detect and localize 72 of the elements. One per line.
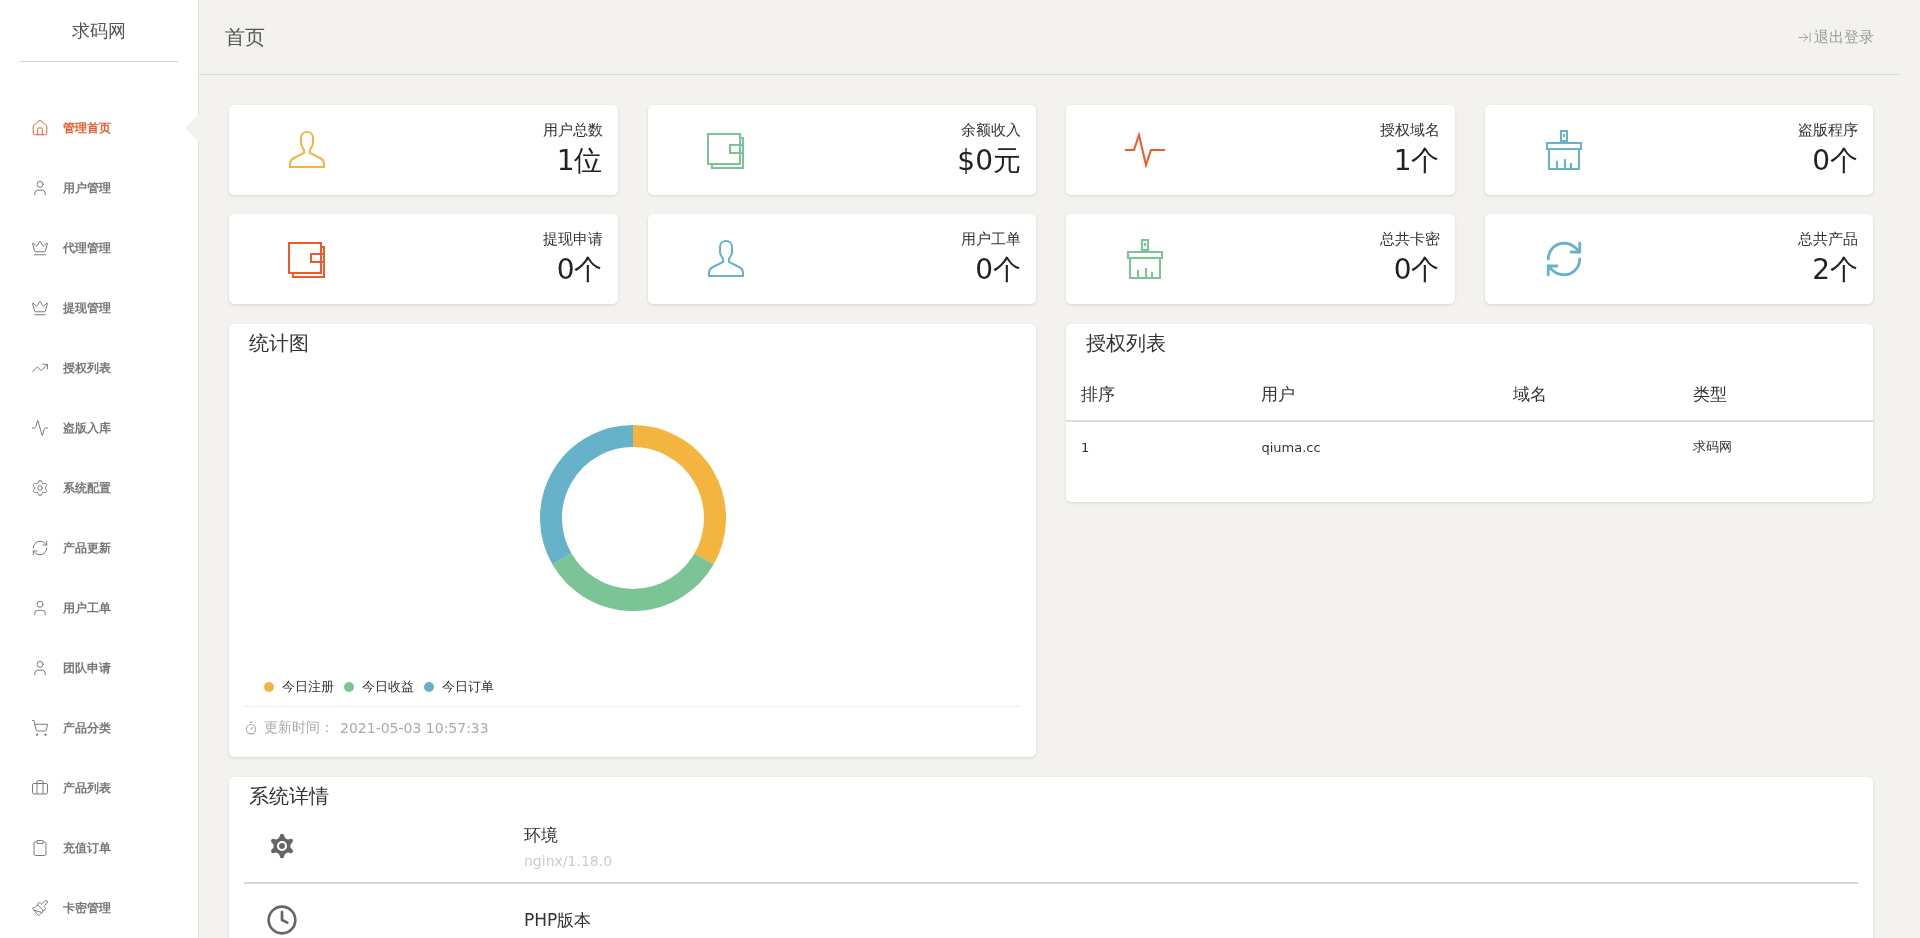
legend-label: 今日收益 xyxy=(362,678,414,696)
stat-label: 总共产品 xyxy=(1798,229,1858,249)
stat-value: 0个 xyxy=(1812,142,1858,179)
card-title: 系统详情 xyxy=(248,783,330,810)
stat-label: 授权域名 xyxy=(1379,120,1440,140)
sidebar-item[interactable]: 授权列表 xyxy=(0,338,198,398)
page-title: 首页 xyxy=(225,23,265,51)
clock-icon xyxy=(266,904,298,936)
brush-icon xyxy=(1124,238,1166,280)
timer-icon xyxy=(244,721,258,735)
stat-value: $0元 xyxy=(957,142,1021,179)
stat-value: 2个 xyxy=(1812,251,1858,288)
stat-label: 盗版程序 xyxy=(1798,120,1858,140)
person-icon xyxy=(287,130,327,170)
info-label: PHP版本 xyxy=(524,908,593,932)
sidebar-item[interactable]: 盗版入库 xyxy=(0,398,198,458)
table-cell: 求码网 xyxy=(1678,421,1873,472)
briefcase-icon xyxy=(31,779,49,797)
pulse-icon xyxy=(31,419,49,437)
person-icon xyxy=(31,659,49,677)
stat-label: 总共卡密 xyxy=(1379,229,1440,249)
clipboard-icon xyxy=(31,839,49,857)
sidebar-item[interactable]: 提现管理 xyxy=(0,278,198,338)
sidebar-item[interactable]: 产品更新 xyxy=(0,518,198,578)
stat-label: 用户总数 xyxy=(542,120,603,140)
sidebar-item[interactable]: 产品列表 xyxy=(0,758,198,818)
column-header: 域名 xyxy=(1497,369,1679,421)
sidebar-item[interactable]: 用户工单 xyxy=(0,578,198,638)
sidebar-item[interactable]: 用户管理 xyxy=(0,158,198,218)
person-icon xyxy=(31,179,49,197)
cart-icon xyxy=(31,719,49,737)
wallet-icon xyxy=(705,131,746,169)
refresh-icon xyxy=(31,539,49,557)
crown-icon xyxy=(31,239,49,257)
updated-label: 更新时间： xyxy=(264,719,334,737)
card-title: 统计图 xyxy=(248,330,310,357)
column-header: 用户 xyxy=(1246,369,1498,421)
sidebar-item[interactable]: 代理管理 xyxy=(0,218,198,278)
house-icon xyxy=(31,119,49,137)
sidebar-item[interactable]: 充值订单 xyxy=(0,818,198,878)
stat-label: 余额收入 xyxy=(961,120,1021,140)
crown-icon xyxy=(31,299,49,317)
card-title: 授权列表 xyxy=(1085,330,1167,357)
stat-value: 0个 xyxy=(975,251,1021,288)
wallet-icon xyxy=(287,240,327,278)
sidebar-item[interactable]: 系统配置 xyxy=(0,458,198,518)
updated-time: 2021-05-03 10:57:33 xyxy=(340,720,489,736)
table-cell: qiuma.cc xyxy=(1246,421,1498,472)
logout-link[interactable]: 退出登录 xyxy=(1797,27,1874,47)
sidebar-item[interactable]: 团队申请 xyxy=(0,638,198,698)
column-header: 类型 xyxy=(1678,369,1873,421)
table-cell: 1 xyxy=(1066,421,1247,472)
stat-label: 提现申请 xyxy=(542,229,603,249)
pulse-icon xyxy=(1124,130,1166,170)
stat-value: 1个 xyxy=(1393,142,1440,179)
info-label: 环境 xyxy=(524,823,559,847)
sidebar-item[interactable]: 产品分类 xyxy=(0,698,198,758)
legend-label: 今日注册 xyxy=(282,678,334,696)
active-pointer xyxy=(185,114,199,142)
logo-text: 求码网 xyxy=(20,0,178,62)
stat-label: 用户工单 xyxy=(961,229,1021,249)
sidebar-item[interactable]: 管理首页 xyxy=(0,98,198,158)
person-icon xyxy=(31,599,49,617)
gear-icon xyxy=(31,479,49,497)
stat-value: 1位 xyxy=(556,142,603,179)
brush-icon xyxy=(31,899,49,917)
column-header: 排序 xyxy=(1066,369,1247,421)
stat-value: 0个 xyxy=(556,251,603,288)
legend-label: 今日订单 xyxy=(442,678,494,696)
person-icon xyxy=(705,239,746,279)
stat-value: 0个 xyxy=(1393,251,1440,288)
sidebar-item[interactable]: 卡密管理 xyxy=(0,878,198,938)
